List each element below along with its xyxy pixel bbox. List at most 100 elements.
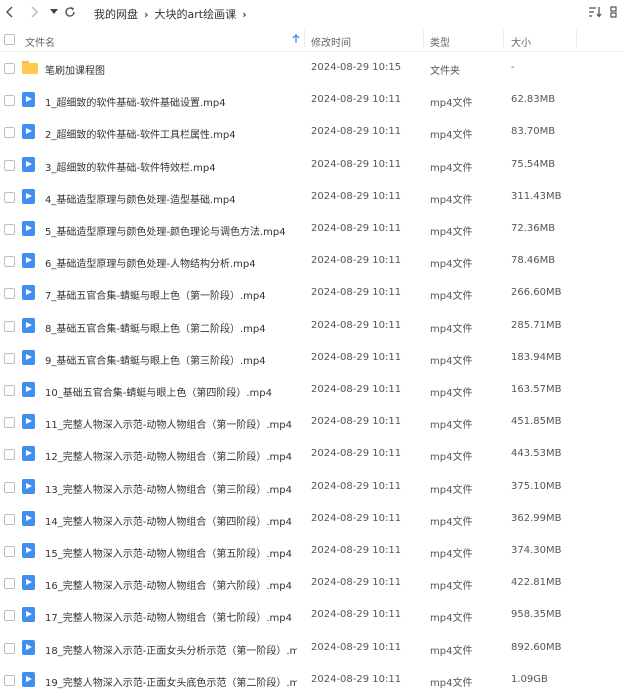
- file-row[interactable]: 18_完整人物深入示范-正面女头分析示范（第一阶段）.m... 2024-08-2…: [0, 632, 624, 664]
- file-size: 163.57MB: [511, 384, 562, 395]
- refresh-button[interactable]: [62, 4, 78, 20]
- column-divider[interactable]: [576, 30, 577, 47]
- column-header-size[interactable]: 大小: [511, 34, 531, 49]
- file-row[interactable]: 10_基础五官合集-蜻蜓与眼上色（第四阶段）.mp4 2024-08-29 10:…: [0, 374, 624, 406]
- row-checkbox[interactable]: [4, 63, 15, 74]
- modified-time: 2024-08-29 10:11: [311, 223, 402, 234]
- file-row[interactable]: 15_完整人物深入示范-动物人物组合（第五阶段）.mp4 2024-08-29 1…: [0, 535, 624, 567]
- row-checkbox[interactable]: [4, 417, 15, 429]
- mp4-icon: [22, 671, 36, 688]
- file-row[interactable]: 13_完整人物深入示范-动物人物组合（第三阶段）.mp4 2024-08-29 1…: [0, 471, 624, 503]
- row-checkbox[interactable]: [4, 352, 15, 364]
- history-dropdown-button[interactable]: [46, 4, 62, 20]
- row-checkbox[interactable]: [4, 513, 15, 525]
- modified-time: 2024-08-29 10:11: [311, 545, 402, 556]
- file-type: 文件夹: [430, 66, 460, 77]
- row-checkbox[interactable]: [4, 578, 15, 590]
- row-checkbox[interactable]: [4, 546, 15, 557]
- row-checkbox[interactable]: [4, 191, 15, 203]
- file-row[interactable]: 9_基础五官合集-蜻蜓与眼上色（第三阶段）.mp4 2024-08-29 10:1…: [0, 342, 624, 374]
- file-type: mp4文件: [430, 645, 473, 657]
- file-size: 75.54MB: [511, 158, 556, 170]
- file-row[interactable]: 17_完整人物深入示范-动物人物组合（第七阶段）.mp4 2024-08-29 1…: [0, 599, 624, 631]
- modified-time: 2024-08-29 10:11: [311, 577, 402, 589]
- column-divider[interactable]: [503, 30, 504, 47]
- mp4-icon: [22, 575, 36, 591]
- file-row[interactable]: 4_基础造型原理与颜色处理-造型基础.mp4 2024-08-29 10:11 mp…: [0, 181, 624, 213]
- column-header-name[interactable]: 文件名: [25, 34, 55, 49]
- breadcrumb-item[interactable]: 我的网盘: [94, 8, 138, 21]
- column-header-type[interactable]: 类型: [430, 34, 450, 49]
- row-checkbox[interactable]: [4, 288, 15, 300]
- file-name: 1_超细致的软件基础-软件基础设置.mp4: [45, 98, 226, 110]
- file-size: 443.53MB: [511, 448, 562, 460]
- file-name: 9_基础五官合集-蜻蜓与眼上色（第三阶段）.mp4: [45, 355, 266, 367]
- file-size: 72.36MB: [511, 223, 556, 234]
- file-size: 78.46MB: [511, 255, 556, 267]
- file-name: 19_完整人物深入示范-正面女头底色示范（第二阶段）.m...: [45, 677, 297, 689]
- mp4-icon: [22, 446, 36, 462]
- row-checkbox[interactable]: [4, 256, 15, 268]
- file-row[interactable]: 5_基础造型原理与颜色处理-颜色理论与调色方法.mp4 2024-08-29 10…: [0, 213, 624, 245]
- more-options-button[interactable]: [609, 5, 623, 19]
- file-row[interactable]: 6_基础造型原理与颜色处理-人物结构分析.mp4 2024-08-29 10:11…: [0, 245, 624, 277]
- file-row[interactable]: 14_完整人物深入示范-动物人物组合（第四阶段）.mp4 2024-08-29 1…: [0, 503, 624, 535]
- file-name: 13_完整人物深入示范-动物人物组合（第三阶段）.mp4: [45, 484, 292, 496]
- sort-button[interactable]: [588, 5, 602, 19]
- file-list-header: 文件名 修改时间 类型 大小: [0, 27, 624, 52]
- mp4-icon: [22, 510, 36, 527]
- file-type: mp4文件: [430, 484, 473, 496]
- mp4-icon: [22, 124, 36, 140]
- row-checkbox[interactable]: [4, 481, 15, 493]
- column-header-modified[interactable]: 修改时间: [311, 34, 351, 49]
- column-divider[interactable]: [423, 30, 424, 47]
- file-name: 17_完整人物深入示范-动物人物组合（第七阶段）.mp4: [45, 613, 292, 625]
- row-checkbox[interactable]: [4, 610, 15, 622]
- file-row[interactable]: 3_超细致的软件基础-软件特效栏.mp4 2024-08-29 10:11 mp4文…: [0, 149, 624, 181]
- folder-icon: [22, 60, 38, 76]
- row-checkbox[interactable]: [4, 320, 15, 332]
- row-checkbox[interactable]: [4, 674, 15, 686]
- select-all-checkbox[interactable]: [4, 34, 15, 45]
- folder-row[interactable]: 笔刷加课程图 2024-08-29 10:15 文件夹 -: [0, 52, 624, 84]
- file-row[interactable]: 7_基础五官合集-蜻蜓与眼上色（第一阶段）.mp4 2024-08-29 10:1…: [0, 277, 624, 309]
- sort-ascending-icon[interactable]: [292, 34, 300, 44]
- file-row[interactable]: 12_完整人物深入示范-动物人物组合（第二阶段）.mp4 2024-08-29 1…: [0, 438, 624, 470]
- row-checkbox[interactable]: [4, 159, 15, 171]
- row-checkbox[interactable]: [4, 449, 15, 461]
- row-checkbox[interactable]: [4, 95, 15, 107]
- file-row[interactable]: 2_超细致的软件基础-软件工具栏属性.mp4 2024-08-29 10:11 mp…: [0, 116, 624, 148]
- file-type: mp4文件: [430, 613, 473, 625]
- modified-time: 2024-08-29 10:11: [311, 673, 402, 685]
- breadcrumb-item[interactable]: 大块的art绘画课: [155, 8, 237, 21]
- file-type: mp4文件: [430, 323, 473, 335]
- file-name: 10_基础五官合集-蜻蜓与眼上色（第四阶段）.mp4: [45, 388, 272, 399]
- file-row[interactable]: 8_基础五官合集-蜻蜓与眼上色（第二阶段）.mp4 2024-08-29 10:1…: [0, 310, 624, 342]
- file-row[interactable]: 11_完整人物深入示范-动物人物组合（第一阶段）.mp4 2024-08-29 1…: [0, 406, 624, 438]
- toolbar: 我的网盘 › 大块的art绘画课 ›: [0, 0, 624, 26]
- modified-time: 2024-08-29 10:11: [311, 448, 402, 460]
- back-button[interactable]: [2, 4, 18, 20]
- caret-down-icon: [50, 9, 58, 14]
- modified-time: 2024-08-29 10:11: [311, 158, 402, 170]
- file-row[interactable]: 1_超细致的软件基础-软件基础设置.mp4 2024-08-29 10:11 mp4…: [0, 84, 624, 116]
- file-name: 11_完整人物深入示范-动物人物组合（第一阶段）.mp4: [45, 420, 292, 432]
- row-checkbox[interactable]: [4, 224, 15, 235]
- file-type: mp4文件: [430, 98, 473, 110]
- file-row[interactable]: 16_完整人物深入示范-动物人物组合（第六阶段）.mp4 2024-08-29 1…: [0, 567, 624, 599]
- row-checkbox[interactable]: [4, 127, 15, 139]
- mp4-icon: [22, 92, 36, 108]
- mp4-icon: [22, 414, 36, 430]
- row-checkbox[interactable]: [4, 642, 15, 654]
- file-type: mp4文件: [430, 259, 473, 271]
- file-size: 422.81MB: [511, 577, 562, 589]
- file-row[interactable]: 19_完整人物深入示范-正面女头底色示范（第二阶段）.m... 2024-08-2…: [0, 664, 624, 696]
- file-name: 16_完整人物深入示范-动物人物组合（第六阶段）.mp4: [45, 581, 292, 593]
- file-size: 375.10MB: [511, 480, 562, 492]
- column-divider[interactable]: [304, 30, 305, 47]
- file-type: mp4文件: [430, 516, 473, 528]
- file-name: 5_基础造型原理与颜色处理-颜色理论与调色方法.mp4: [45, 227, 286, 238]
- modified-time: 2024-08-29 10:11: [311, 94, 402, 106]
- forward-button[interactable]: [26, 4, 42, 20]
- row-checkbox[interactable]: [4, 385, 15, 396]
